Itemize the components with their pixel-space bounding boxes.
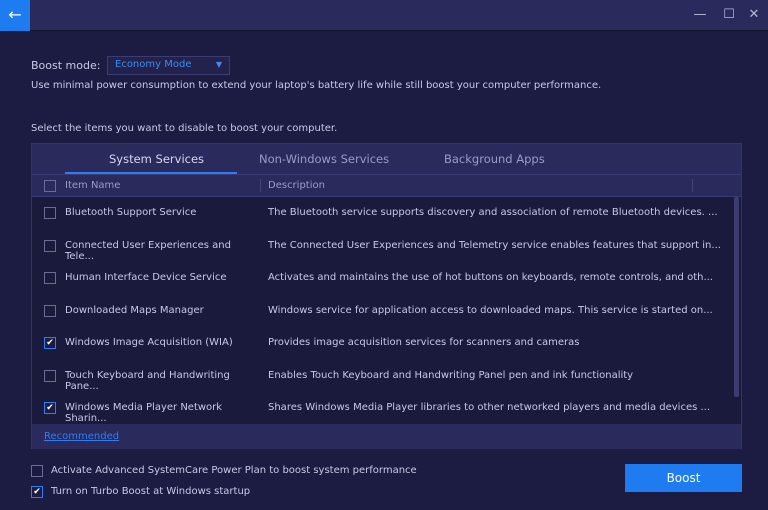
scrollbar[interactable] — [734, 197, 739, 397]
instruction-text: Select the items you want to disable to … — [31, 123, 338, 134]
title-bar: ← — ☐ ✕ — [0, 0, 768, 31]
checkmark-icon: ✔ — [33, 487, 41, 497]
item-description: The Connected User Experiences and Telem… — [268, 239, 721, 251]
item-name: Human Interface Device Service — [65, 272, 227, 283]
row-checkbox[interactable] — [44, 207, 56, 219]
row-checkbox[interactable] — [44, 369, 56, 382]
table-row[interactable]: Connected User Experiences and Tele... T… — [32, 230, 732, 262]
table-row[interactable]: Touch Keyboard and Handwriting Pane... E… — [32, 360, 732, 392]
item-name: Downloaded Maps Manager — [65, 304, 204, 316]
column-item-name: Item Name — [65, 180, 121, 191]
turbo-startup-label: Turn on Turbo Boost at Windows startup — [51, 486, 251, 497]
item-name: Windows Image Acquisition (WIA) — [65, 337, 233, 348]
item-name: Windows Media Player Network Sharin... — [65, 402, 223, 424]
item-description: The Bluetooth service supports discovery… — [268, 207, 718, 218]
item-description: Enables Touch Keyboard and Handwriting P… — [268, 369, 634, 381]
boost-mode-select[interactable]: Economy Mode ▼ — [107, 56, 230, 75]
table-row[interactable]: Human Interface Device Service Activates… — [32, 262, 732, 294]
minimize-button[interactable]: — — [692, 7, 708, 23]
tab-background-apps[interactable]: Background Apps — [444, 144, 545, 174]
close-button[interactable]: ✕ — [746, 7, 762, 23]
table-row[interactable]: ✔ Windows Image Acquisition (WIA) Provid… — [32, 327, 732, 359]
table-row[interactable]: Bluetooth Support Service The Bluetooth … — [32, 197, 732, 229]
item-description: Windows service for application access t… — [268, 304, 713, 316]
checkmark-icon: ✔ — [46, 403, 54, 413]
item-name: Bluetooth Support Service — [65, 207, 197, 218]
caret-down-icon: ▼ — [215, 60, 222, 69]
row-checkbox[interactable] — [44, 272, 56, 284]
items-panel: System Services Non-Windows Services Bac… — [31, 143, 742, 449]
table-row[interactable]: ✔ Windows Media Player Network Sharin...… — [32, 392, 732, 424]
arrow-left-icon: ← — [8, 5, 22, 24]
column-divider — [692, 179, 693, 192]
table-footer: Recommended — [32, 424, 741, 449]
boost-mode-label: Boost mode: — [31, 59, 101, 72]
back-button[interactable]: ← — [0, 0, 30, 31]
column-description: Description — [268, 180, 325, 191]
row-checkbox[interactable]: ✔ — [44, 402, 56, 414]
table-row[interactable]: Downloaded Maps Manager Windows service … — [32, 295, 732, 327]
item-description: Activates and maintains the use of hot b… — [268, 272, 713, 283]
tab-system-services[interactable]: System Services — [109, 144, 204, 174]
row-checkbox[interactable] — [44, 304, 56, 317]
boost-button[interactable]: Boost — [625, 464, 742, 492]
items-list: Bluetooth Support Service The Bluetooth … — [32, 197, 741, 424]
checkmark-icon: ✔ — [46, 338, 54, 348]
tab-non-windows-services[interactable]: Non-Windows Services — [259, 144, 389, 174]
recommended-link[interactable]: Recommended — [44, 431, 119, 442]
item-name: Connected User Experiences and Tele... — [65, 239, 231, 262]
power-plan-checkbox[interactable] — [31, 465, 43, 477]
turbo-startup-checkbox[interactable]: ✔ — [31, 486, 43, 498]
item-description: Provides image acquisition services for … — [268, 337, 580, 348]
table-header: Item Name Description — [32, 174, 741, 197]
power-plan-label: Activate Advanced SystemCare Power Plan … — [51, 465, 417, 476]
row-checkbox[interactable]: ✔ — [44, 337, 56, 349]
boost-mode-value: Economy Mode — [115, 59, 192, 70]
item-description: Shares Windows Media Player libraries to… — [268, 402, 711, 413]
boost-mode-description: Use minimal power consumption to extend … — [31, 80, 602, 91]
select-all-checkbox[interactable] — [44, 180, 56, 192]
row-checkbox[interactable] — [44, 239, 56, 252]
item-name: Touch Keyboard and Handwriting Pane... — [65, 369, 230, 392]
maximize-button[interactable]: ☐ — [721, 7, 737, 23]
column-divider — [260, 179, 261, 192]
